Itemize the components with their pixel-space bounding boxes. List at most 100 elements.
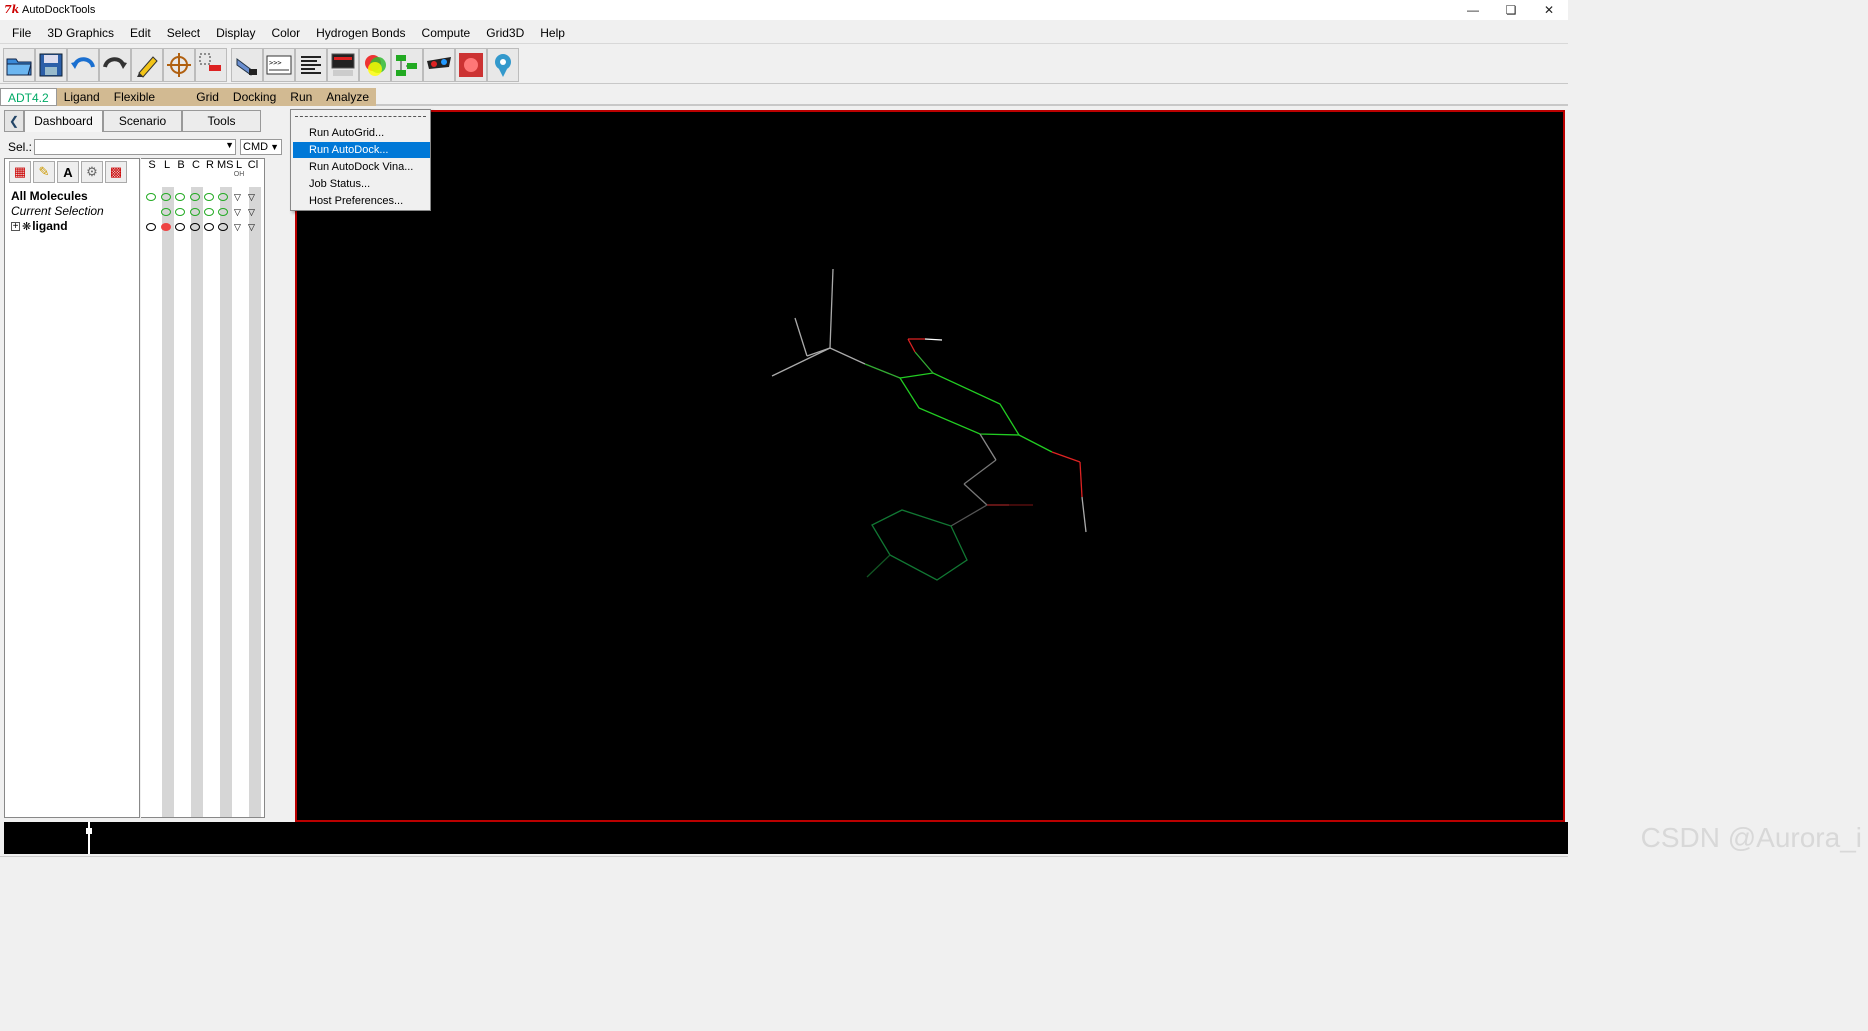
toggle-s[interactable]: [146, 193, 156, 201]
toggle-r[interactable]: [204, 223, 214, 231]
triangle-down-icon[interactable]: ▽: [248, 193, 255, 202]
triangle-down-icon[interactable]: ▽: [234, 193, 241, 202]
menu-run-autodock-vina[interactable]: Run AutoDock Vina...: [293, 159, 430, 175]
toggle-l[interactable]: [161, 193, 171, 201]
tab-run[interactable]: Run: [283, 88, 319, 106]
molecule-icon: ❋: [22, 220, 32, 233]
toggle-l[interactable]: [161, 223, 171, 231]
tab-tools[interactable]: Tools: [182, 110, 261, 132]
col-sub-oh: OH: [233, 171, 245, 178]
menu-compute[interactable]: Compute: [414, 22, 479, 44]
menu-display[interactable]: Display: [208, 22, 263, 44]
select-molecule-icon[interactable]: [195, 47, 227, 82]
menu-host-preferences[interactable]: Host Preferences...: [293, 193, 430, 209]
slider-track[interactable]: [88, 822, 90, 854]
pencil-icon[interactable]: ✎: [33, 161, 55, 183]
redo-icon[interactable]: [99, 47, 131, 82]
save-icon[interactable]: [35, 47, 67, 82]
align-text-icon[interactable]: [295, 47, 327, 82]
close-button[interactable]: ✕: [1530, 0, 1568, 20]
menu-run-autodock[interactable]: Run AutoDock...: [293, 142, 430, 158]
tab-docking[interactable]: Docking: [226, 88, 283, 106]
open-folder-icon[interactable]: [3, 47, 35, 82]
triangle-down-icon[interactable]: ▽: [248, 208, 255, 217]
tear-off-line[interactable]: [295, 116, 426, 117]
select-tool-icon[interactable]: ▦: [9, 161, 31, 183]
label-a-icon[interactable]: A: [57, 161, 79, 183]
graph-tree-icon[interactable]: [391, 47, 423, 82]
toggle-ms[interactable]: [218, 193, 228, 201]
3d-viewer[interactable]: [295, 110, 1565, 822]
triangle-down-icon[interactable]: ▽: [248, 223, 255, 232]
tab-adt42[interactable]: ADT4.2: [0, 88, 57, 106]
svg-text:>>>: >>>: [269, 59, 282, 67]
current-selection-node[interactable]: Current Selection: [11, 204, 104, 218]
col-header-b: B: [177, 159, 185, 171]
all-molecules-node[interactable]: All Molecules: [11, 189, 88, 203]
stereo-glasses-icon[interactable]: [423, 47, 455, 82]
menu-color[interactable]: Color: [263, 22, 308, 44]
menu-help[interactable]: Help: [532, 22, 573, 44]
minimize-button[interactable]: —: [1454, 0, 1492, 20]
selection-input[interactable]: ▼: [34, 139, 236, 155]
hand-pointer-icon[interactable]: [231, 47, 263, 82]
monitor-icon[interactable]: [327, 47, 359, 82]
menu-3d-graphics[interactable]: 3D Graphics: [39, 22, 122, 44]
toggle-b[interactable]: [175, 193, 185, 201]
ruler-icon[interactable]: ▩: [105, 161, 127, 183]
menu-grid3d[interactable]: Grid3D: [478, 22, 532, 44]
triangle-down-icon[interactable]: ▽: [234, 208, 241, 217]
toolbar: >>>: [0, 46, 1568, 84]
menu-hydrogen-bonds[interactable]: Hydrogen Bonds: [308, 22, 413, 44]
tab-ligand[interactable]: Ligand: [57, 88, 107, 106]
ligand-label: ligand: [32, 219, 68, 233]
ligand-node[interactable]: + ❋ ligand: [11, 219, 68, 233]
col-header-c: C: [192, 159, 200, 171]
toggle-c[interactable]: [190, 193, 200, 201]
python-shell-icon[interactable]: >>>: [263, 47, 295, 82]
slider-handle[interactable]: [86, 828, 92, 834]
tab-dashboard[interactable]: Dashboard: [24, 110, 103, 132]
toggle-s[interactable]: [146, 223, 156, 231]
triangle-down-icon[interactable]: ▽: [234, 223, 241, 232]
toggle-r[interactable]: [204, 193, 214, 201]
cmd-label: CMD: [243, 141, 269, 153]
tab-analyze[interactable]: Analyze: [319, 88, 376, 106]
tab-grid[interactable]: Grid: [189, 88, 226, 106]
center-target-icon[interactable]: [163, 47, 195, 82]
menu-file[interactable]: File: [4, 22, 39, 44]
pick-pencil-icon[interactable]: [131, 47, 163, 82]
tab-flexible-residues[interactable]: Flexible Residues: [107, 88, 190, 122]
dashboard-panel: ❮ Dashboard Scenario Tools Sel.: ▼ CMD ▼…: [4, 110, 292, 820]
bottom-console: [4, 822, 1568, 854]
fog-cube-icon[interactable]: [455, 47, 487, 82]
toggle-c[interactable]: [190, 223, 200, 231]
tab-scenario[interactable]: Scenario: [103, 110, 182, 132]
toggle-ms[interactable]: [218, 223, 228, 231]
cmd-dropdown[interactable]: CMD ▼: [240, 139, 282, 155]
toggle-c[interactable]: [190, 208, 200, 216]
collapse-panel-icon[interactable]: ❮: [4, 110, 24, 132]
chevron-down-icon[interactable]: ▼: [225, 140, 234, 150]
col-header-r: R: [206, 159, 214, 171]
menu-bar: File 3D Graphics Edit Select Display Col…: [0, 22, 1568, 44]
toggle-b[interactable]: [175, 208, 185, 216]
toggle-l[interactable]: [161, 208, 171, 216]
undo-icon[interactable]: [67, 47, 99, 82]
restore-button[interactable]: ❏: [1492, 0, 1530, 20]
toggle-r[interactable]: [204, 208, 214, 216]
col-header-l2: L: [235, 159, 243, 171]
menu-select[interactable]: Select: [159, 22, 208, 44]
gear-icon[interactable]: ⚙: [81, 161, 103, 183]
selection-label: Sel.:: [8, 140, 33, 154]
menu-job-status[interactable]: Job Status...: [293, 176, 430, 192]
help-marker-icon[interactable]: [487, 47, 519, 82]
expand-plus-icon[interactable]: +: [11, 221, 20, 231]
menu-run-autogrid[interactable]: Run AutoGrid...: [293, 125, 430, 141]
menu-edit[interactable]: Edit: [122, 22, 159, 44]
toggle-ms[interactable]: [218, 208, 228, 216]
chevron-down-icon[interactable]: ▼: [270, 140, 279, 154]
toggle-b[interactable]: [175, 223, 185, 231]
plugin-tab-bar: ADT4.2 Ligand Flexible Residues Grid Doc…: [0, 88, 1568, 122]
color-sphere-icon[interactable]: [359, 47, 391, 82]
